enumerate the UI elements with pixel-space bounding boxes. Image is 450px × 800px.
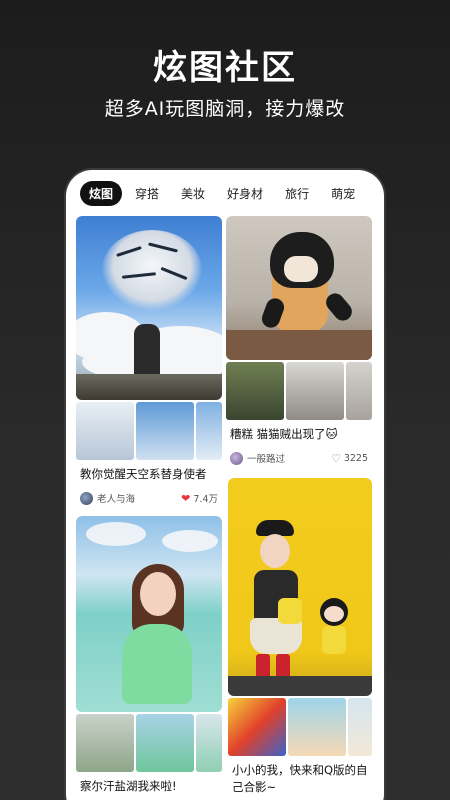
feed-card-sky-stand[interactable]: 教你觉醒天空系替身使者 老人与海 ❤ 7.4万 — [76, 216, 222, 512]
card-thumbnail — [228, 698, 286, 756]
hero-title: 炫图社区 — [153, 48, 297, 88]
feed-card-cat-thief[interactable]: 糟糕 猫猫贼出现了🐱 一般路过 ♡ 3225 — [226, 216, 372, 470]
card-thumbnail — [76, 714, 134, 772]
heart-filled-icon[interactable]: ❤ — [181, 492, 190, 505]
card-caption: 小小的我，快来和Q版的自己合影~ — [232, 763, 368, 794]
card-thumbnail — [288, 698, 346, 756]
card-thumbnail — [226, 362, 284, 420]
tab-meizhuang[interactable]: 美妆 — [172, 181, 214, 206]
tab-mengchong[interactable]: 萌宠 — [322, 181, 364, 206]
kid-figure — [260, 534, 290, 568]
card-caption: 教你觉醒天空系替身使者 — [80, 467, 207, 481]
phone-mockup: 炫图 穿搭 美妆 好身材 旅行 萌宠 教你觉醒天空系替身使者 老人与海 ❤ 7.… — [66, 170, 384, 800]
card-thumbnail — [346, 362, 372, 420]
tab-haoshencai[interactable]: 好身材 — [218, 181, 272, 206]
card-main-image — [226, 216, 372, 360]
card-main-image — [76, 516, 222, 712]
feed-card-salt-lake[interactable]: 察尔汗盐湖我来啦! — [76, 516, 222, 800]
card-main-image — [228, 478, 372, 696]
card-thumbnail — [196, 402, 222, 460]
feed-card-q-version[interactable]: 小小的我，快来和Q版的自己合影~ — [228, 478, 372, 800]
category-tabs: 炫图 穿搭 美妆 好身材 旅行 萌宠 — [80, 180, 378, 206]
like-count-value: 3225 — [343, 452, 368, 464]
heart-outline-icon[interactable]: ♡ — [331, 452, 341, 465]
tiger-figure — [102, 230, 202, 310]
tab-lvxing[interactable]: 旅行 — [276, 181, 318, 206]
author-name[interactable]: 一般路过 — [247, 451, 331, 465]
tab-xuantu[interactable]: 炫图 — [80, 180, 123, 206]
like-count[interactable]: ♡ 3225 — [331, 452, 368, 465]
card-thumbnail — [286, 362, 344, 420]
card-caption: 糟糕 猫猫贼出现了🐱 — [230, 427, 338, 441]
card-thumbnail — [196, 714, 222, 772]
card-main-image — [76, 216, 222, 400]
avatar[interactable] — [230, 451, 243, 465]
card-thumbnail — [136, 714, 194, 772]
card-thumbnail — [136, 402, 194, 460]
hero-subtitle: 超多AI玩图脑洞，接力爆改 — [104, 98, 346, 120]
card-thumbnail — [348, 698, 372, 756]
card-meta: 一般路过 ♡ 3225 — [230, 450, 368, 466]
girl-figure — [140, 572, 176, 616]
like-count[interactable]: ❤ 7.4万 — [181, 491, 218, 506]
card-meta: 老人与海 ❤ 7.4万 — [80, 490, 218, 506]
card-caption: 察尔汗盐湖我来啦! — [80, 779, 177, 793]
card-thumbnail — [76, 402, 134, 460]
tab-chuanda[interactable]: 穿搭 — [126, 181, 168, 206]
like-count-value: 7.4万 — [193, 494, 218, 505]
avatar[interactable] — [80, 491, 93, 505]
author-name[interactable]: 老人与海 — [97, 491, 181, 505]
